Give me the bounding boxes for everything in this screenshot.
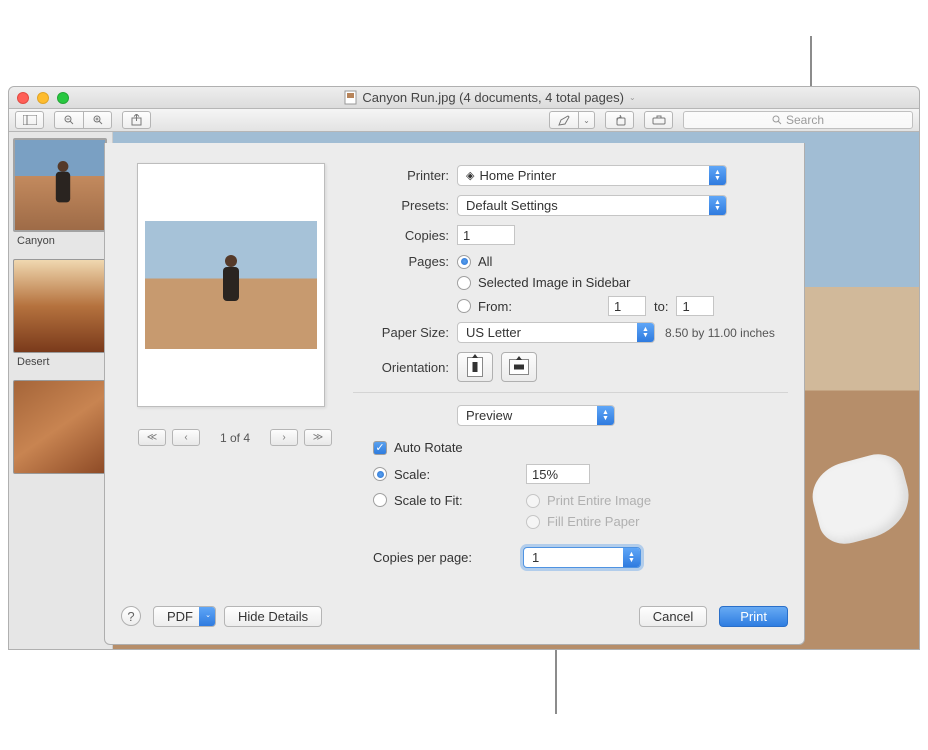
copies-input[interactable]: 1 [457,225,515,245]
toolbox-button[interactable] [644,111,673,129]
share-button[interactable] [122,111,151,129]
scale-input[interactable]: 15% [526,464,590,484]
search-icon [772,115,782,125]
print-dialog: ≪ ‹ 1 of 4 › ≫ Printer: ◈ Home Printer ▲… [104,143,805,645]
pages-from-input[interactable]: 1 [608,296,646,316]
print-button[interactable]: Print [719,606,788,627]
pages-from-label: From: [478,299,608,314]
zoom-in-button[interactable] [83,111,112,129]
search-placeholder: Search [786,113,824,127]
fill-entire-paper-label: Fill Entire Paper [547,514,639,529]
markup-menu-button[interactable]: ⌄ [578,111,595,129]
pages-selected-label: Selected Image in Sidebar [478,275,630,290]
image-content [805,448,917,550]
orientation-landscape-button[interactable] [501,352,537,382]
scale-radio[interactable] [373,467,387,481]
copies-per-page-select[interactable]: 1 ▲▼ [523,547,641,568]
window-title: Canyon Run.jpg (4 documents, 4 total pag… [362,90,624,105]
prev-page-button[interactable]: ‹ [172,429,200,446]
rotate-button[interactable] [605,111,634,129]
cancel-button[interactable]: Cancel [639,606,707,627]
help-button[interactable]: ? [121,606,141,626]
sidebar-thumb-3[interactable] [13,380,108,474]
zoom-window-button[interactable] [57,92,69,104]
close-window-button[interactable] [17,92,29,104]
sidebar-toggle-button[interactable] [15,111,44,129]
scale-to-fit-label: Scale to Fit: [394,493,526,508]
orientation-label: Orientation: [353,360,457,375]
scale-label: Scale: [394,467,526,482]
pages-selected-radio[interactable] [457,276,471,290]
pages-label: Pages: [353,254,457,269]
first-page-button[interactable]: ≪ [138,429,166,446]
search-field[interactable]: Search [683,111,913,129]
scale-to-fit-radio[interactable] [373,493,387,507]
titlebar: Canyon Run.jpg (4 documents, 4 total pag… [9,87,919,109]
section-menu-select[interactable]: Preview ▲▼ [457,405,615,426]
auto-rotate-label: Auto Rotate [394,440,463,455]
next-page-button[interactable]: › [270,429,298,446]
thumbnail-sidebar: Canyon Desert [9,132,113,649]
sidebar-thumb-1[interactable]: Canyon [13,138,108,247]
pages-all-radio[interactable] [457,255,471,269]
page-indicator: 1 of 4 [206,431,264,445]
title-dropdown-icon[interactable]: ⌄ [629,93,636,102]
print-entire-image-label: Print Entire Image [547,493,651,508]
markup-toggle-button[interactable] [549,111,578,129]
copies-label: Copies: [353,228,457,243]
paper-size-label: Paper Size: [353,325,457,340]
presets-select[interactable]: Default Settings ▲▼ [457,195,727,216]
pages-to-input[interactable]: 1 [676,296,714,316]
printer-label: Printer: [353,168,457,183]
document-icon [344,90,357,105]
print-entire-image-radio [526,494,540,508]
sidebar-thumb-2[interactable]: Desert [13,259,108,368]
pages-to-label: to: [646,299,676,314]
print-preview-page [137,163,325,407]
orientation-portrait-button[interactable] [457,352,493,382]
pages-all-label: All [478,254,492,269]
minimize-window-button[interactable] [37,92,49,104]
copies-per-page-label: Copies per page: [373,550,523,565]
pdf-menu-button[interactable]: PDF ⌄ [153,606,216,627]
paper-dims: 8.50 by 11.00 inches [665,326,775,340]
pages-from-radio[interactable] [457,299,471,313]
hide-details-button[interactable]: Hide Details [224,606,322,627]
presets-label: Presets: [353,198,457,213]
paper-size-select[interactable]: US Letter ▲▼ [457,322,655,343]
printer-select[interactable]: ◈ Home Printer ▲▼ [457,165,727,186]
zoom-out-button[interactable] [54,111,83,129]
last-page-button[interactable]: ≫ [304,429,332,446]
fill-entire-paper-radio [526,515,540,529]
auto-rotate-checkbox[interactable]: ✓ [373,441,387,455]
toolbar: ⌄ Search [9,109,919,132]
